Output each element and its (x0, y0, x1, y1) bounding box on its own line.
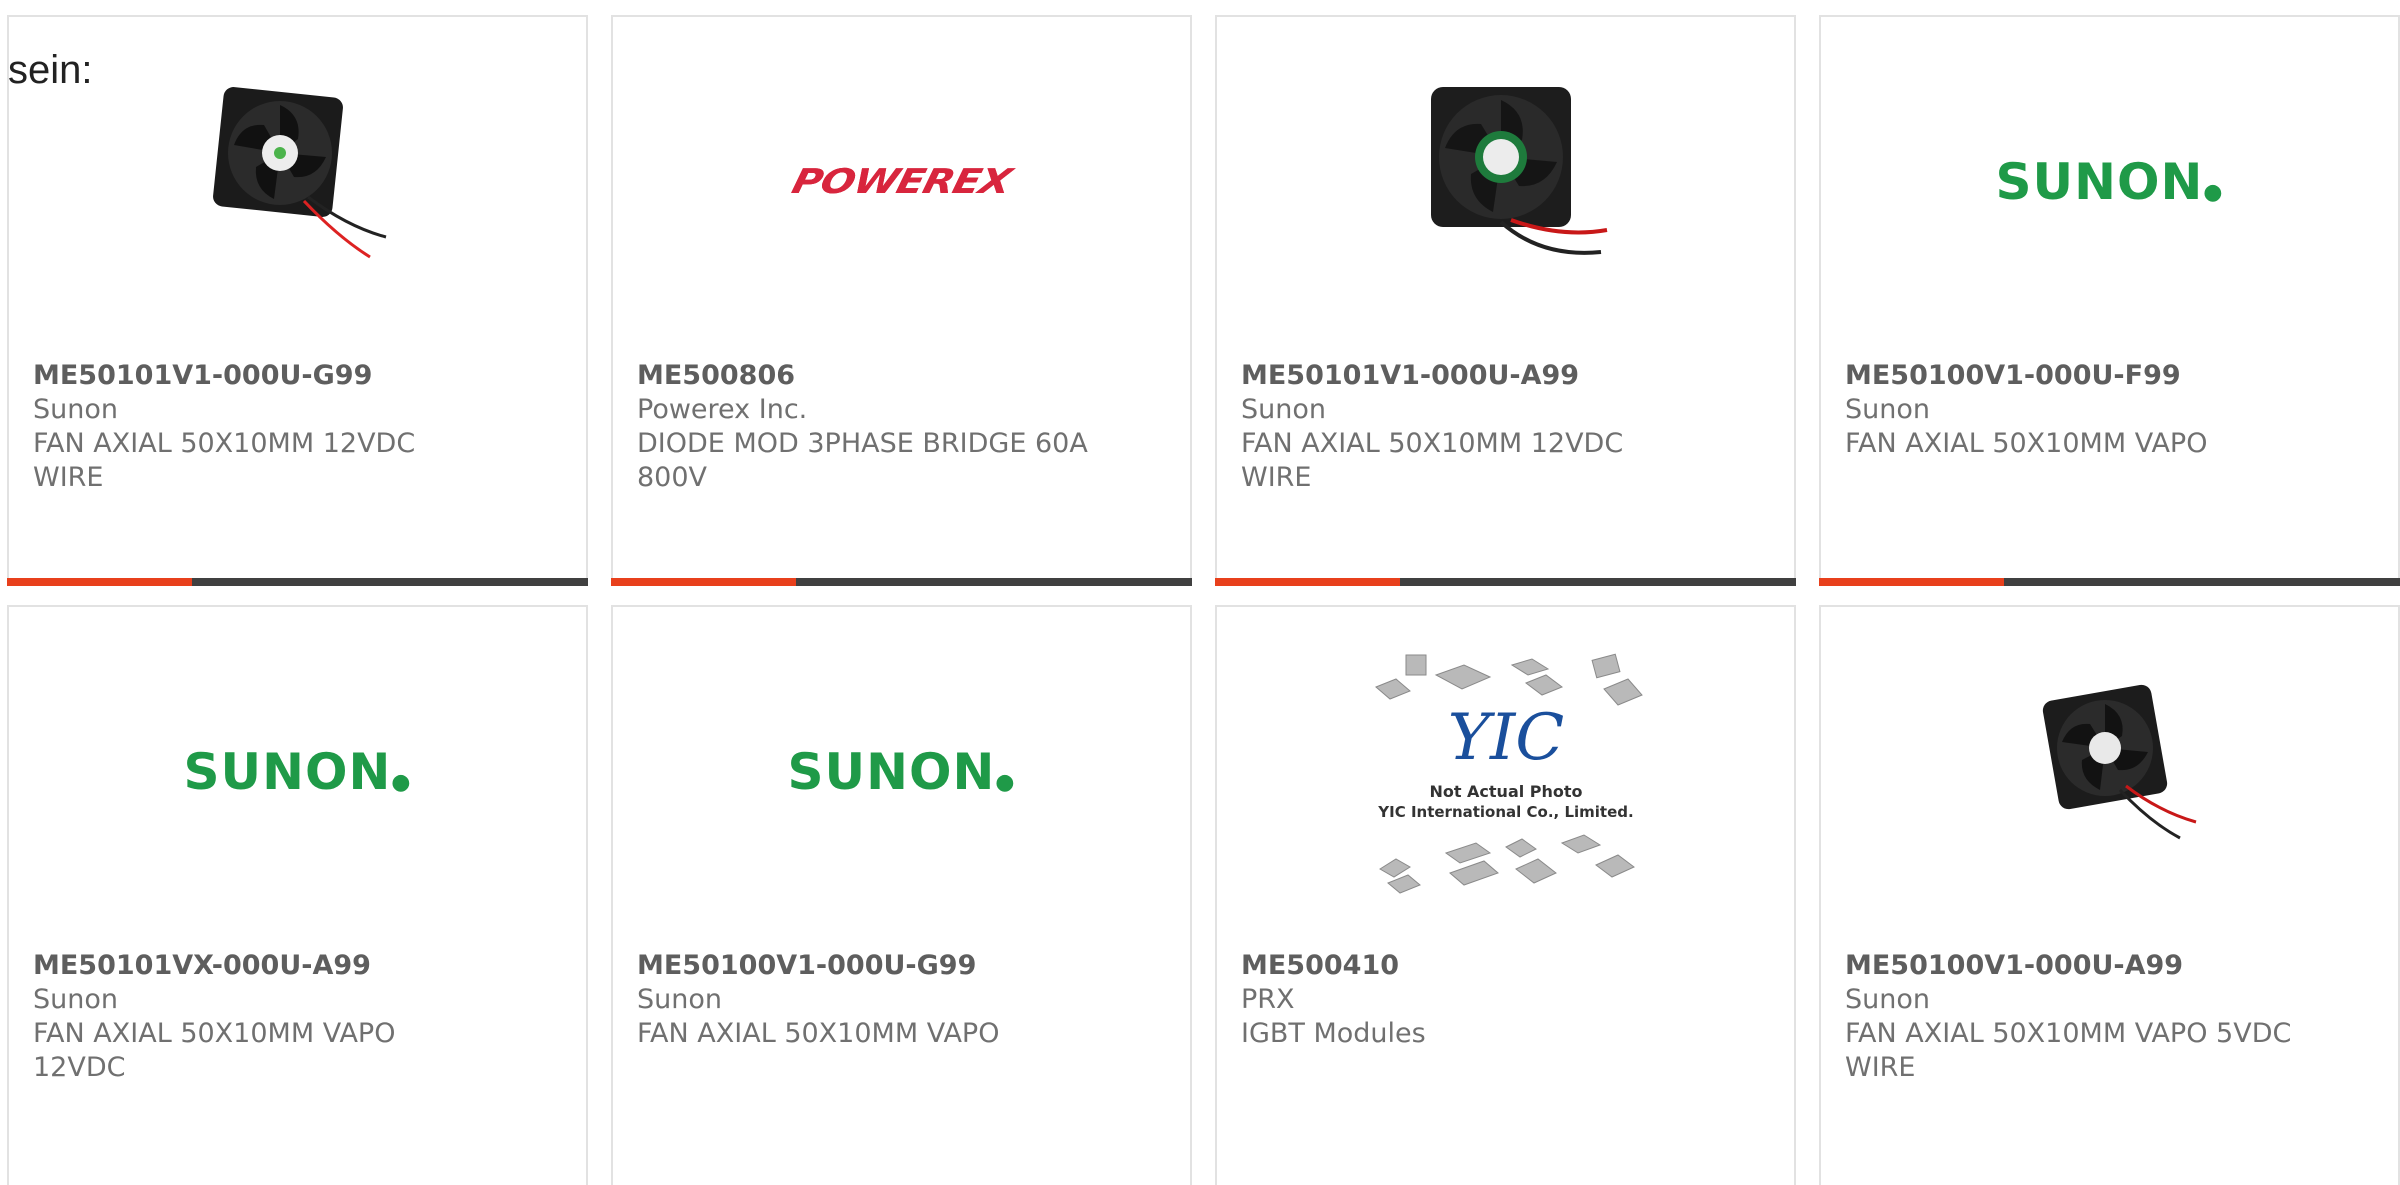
card-accent-bar (1819, 578, 2004, 586)
description: 12VDC (33, 1052, 126, 1083)
intro-text: sein: (8, 48, 93, 92)
manufacturer: Sunon (1241, 394, 1326, 425)
logo-text: SUNON (787, 743, 996, 801)
sunon-logo: SUNON● (1995, 153, 2223, 211)
sunon-logo: SUNON● (183, 743, 411, 801)
part-number-link[interactable]: ME50100V1-000U-G99 (637, 949, 1177, 983)
card-bottom-bar (1819, 578, 2400, 586)
product-info: ME50101V1-000U-A99 Sunon FAN AXIAL 50X10… (1241, 359, 1781, 495)
card-bottom-bar (1215, 578, 1796, 586)
logo-dot: ● (391, 770, 412, 795)
product-card[interactable]: ME50100V1-000U-A99 Sunon FAN AXIAL 50X10… (1819, 605, 2400, 1185)
product-grid: ME50101V1-000U-G99 Sunon FAN AXIAL 50X10… (0, 0, 2400, 1185)
photo-note: Not Actual Photo (1429, 782, 1582, 801)
product-image[interactable]: SUNON● (1821, 17, 2398, 347)
description: WIRE (33, 462, 104, 493)
product-image[interactable]: SUNON● (613, 607, 1190, 937)
fan-icon (2042, 684, 2196, 840)
part-number-link[interactable]: ME50101V1-000U-A99 (1241, 359, 1781, 393)
product-info: ME50100V1-000U-F99 Sunon FAN AXIAL 50X10… (1845, 359, 2385, 461)
description: WIRE (1845, 1052, 1916, 1083)
description: FAN AXIAL 50X10MM VAPO 5VDC (1845, 1018, 2292, 1049)
manufacturer: Sunon (637, 984, 722, 1015)
manufacturer: Sunon (1845, 984, 1930, 1015)
part-number-link[interactable]: ME500806 (637, 359, 1177, 393)
product-card[interactable]: YIC Not Actual Photo YIC International C… (1215, 605, 1796, 1185)
description: DIODE MOD 3PHASE BRIDGE 60A (637, 428, 1088, 459)
card-accent-bar (1215, 578, 1400, 586)
part-number-link[interactable]: ME50101VX-000U-A99 (33, 949, 573, 983)
product-card[interactable]: SUNON● ME50100V1-000U-G99 Sunon FAN AXIA… (611, 605, 1192, 1185)
yic-placeholder-image: YIC Not Actual Photo YIC International C… (1374, 653, 1643, 894)
logo-text: SUNON (183, 743, 392, 801)
description: IGBT Modules (1241, 1018, 1426, 1049)
product-info: ME500410 PRX IGBT Modules (1241, 949, 1781, 1051)
manufacturer: Sunon (33, 394, 118, 425)
manufacturer: Sunon (1845, 394, 1930, 425)
part-number-link[interactable]: ME50101V1-000U-G99 (33, 359, 573, 393)
product-card[interactable]: SUNON● ME50101VX-000U-A99 Sunon FAN AXIA… (7, 605, 588, 1185)
powerex-logo: POWEREX (788, 162, 1015, 202)
description: FAN AXIAL 50X10MM VAPO (33, 1018, 396, 1049)
product-card[interactable]: SUNON● ME50100V1-000U-F99 Sunon FAN AXIA… (1819, 15, 2400, 586)
product-image[interactable]: SUNON● (9, 607, 586, 937)
description: WIRE (1241, 462, 1312, 493)
card-bottom-bar (611, 578, 1192, 586)
product-info: ME500806 Powerex Inc. DIODE MOD 3PHASE B… (637, 359, 1177, 495)
description: FAN AXIAL 50X10MM 12VDC (1241, 428, 1624, 459)
part-number-link[interactable]: ME50100V1-000U-F99 (1845, 359, 2385, 393)
product-card[interactable]: POWEREX ME500806 Powerex Inc. DIODE MOD … (611, 15, 1192, 586)
description: 800V (637, 462, 708, 493)
manufacturer: PRX (1241, 984, 1295, 1015)
card-bottom-bar (7, 578, 588, 586)
product-card[interactable]: ME50101V1-000U-A99 Sunon FAN AXIAL 50X10… (1215, 15, 1796, 586)
description: FAN AXIAL 50X10MM VAPO (637, 1018, 1000, 1049)
yic-logo-text: YIC (1447, 701, 1564, 775)
product-info: ME50100V1-000U-G99 Sunon FAN AXIAL 50X10… (637, 949, 1177, 1051)
logo-text: SUNON (1995, 153, 2204, 211)
product-card[interactable]: ME50101V1-000U-G99 Sunon FAN AXIAL 50X10… (7, 15, 588, 586)
product-image[interactable] (1821, 607, 2398, 937)
manufacturer: Powerex Inc. (637, 394, 808, 425)
product-info: ME50101VX-000U-A99 Sunon FAN AXIAL 50X10… (33, 949, 573, 1085)
manufacturer: Sunon (33, 984, 118, 1015)
card-accent-bar (611, 578, 796, 586)
product-info: ME50100V1-000U-A99 Sunon FAN AXIAL 50X10… (1845, 949, 2385, 1085)
product-image[interactable] (1217, 17, 1794, 347)
logo-dot: ● (995, 770, 1016, 795)
photo-note: YIC International Co., Limited. (1377, 803, 1633, 821)
part-number-link[interactable]: ME500410 (1241, 949, 1781, 983)
logo-dot: ● (2203, 180, 2224, 205)
product-image[interactable] (9, 17, 586, 347)
description: FAN AXIAL 50X10MM 12VDC (33, 428, 416, 459)
product-image[interactable]: YIC Not Actual Photo YIC International C… (1217, 607, 1794, 937)
sunon-logo: SUNON● (787, 743, 1015, 801)
card-accent-bar (7, 578, 192, 586)
fan-icon (212, 87, 386, 259)
product-image[interactable]: POWEREX (613, 17, 1190, 347)
description: FAN AXIAL 50X10MM VAPO (1845, 428, 2208, 459)
fan-icon (1430, 87, 1607, 255)
product-info: ME50101V1-000U-G99 Sunon FAN AXIAL 50X10… (33, 359, 573, 495)
part-number-link[interactable]: ME50100V1-000U-A99 (1845, 949, 2385, 983)
